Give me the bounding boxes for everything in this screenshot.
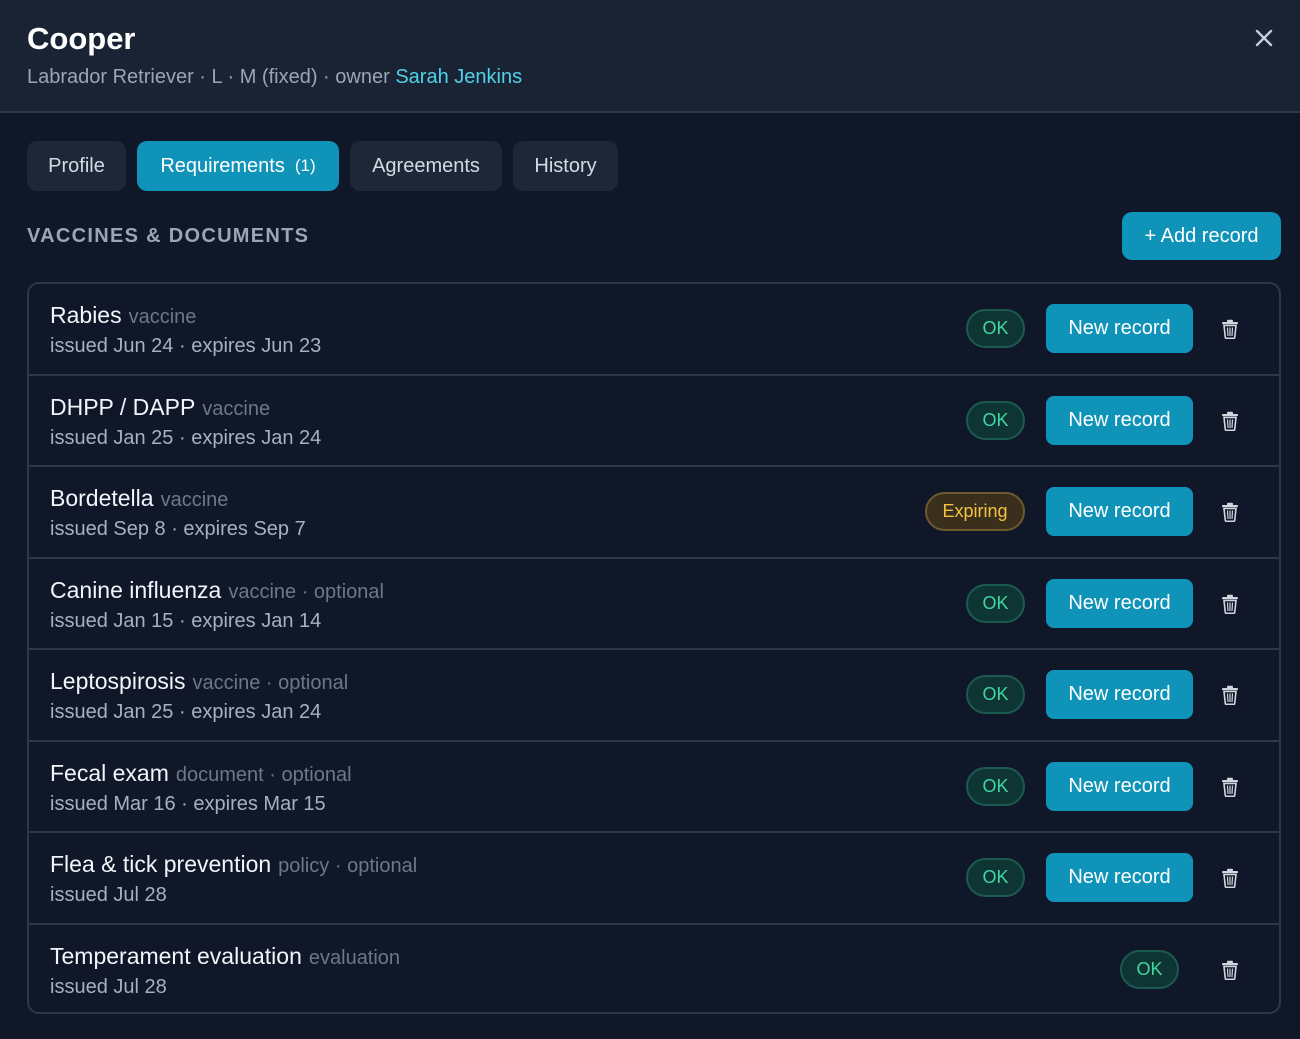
pet-name: Cooper (27, 21, 136, 56)
tab-requirements[interactable]: Requirements (1) (137, 141, 339, 191)
tab-count-badge: (1) (294, 156, 316, 175)
trash-icon (1222, 868, 1238, 888)
new-record-button[interactable]: New record (1046, 853, 1193, 902)
pet-breed: Labrador Retriever (27, 66, 194, 88)
close-icon (1255, 29, 1273, 47)
tab-label: Requirements (160, 154, 285, 177)
new-record-button[interactable]: New record (1046, 304, 1193, 353)
trash-icon (1222, 685, 1238, 705)
tab-history[interactable]: History (513, 141, 618, 191)
add-record-button[interactable]: + Add record (1122, 212, 1281, 260)
new-record-button[interactable]: New record (1046, 578, 1193, 628)
tab-label: History (534, 154, 597, 177)
record-dates: issued Jan 25 · expires Jan 24 (50, 701, 322, 723)
close-button[interactable] (1246, 20, 1282, 56)
delete-button[interactable] (1218, 958, 1242, 982)
record-name: Rabies (50, 302, 122, 328)
status-badge: OK (966, 309, 1025, 348)
modal-header: Cooper Labrador Retriever · L · M (fixed… (0, 0, 1300, 113)
status-badge: OK (966, 583, 1025, 623)
record-name: DHPP / DAPP (50, 393, 196, 420)
status-badge: OK (966, 858, 1025, 897)
delete-button[interactable] (1218, 866, 1242, 890)
status-badge: OK (1120, 949, 1179, 989)
new-record-button[interactable]: New record (1046, 487, 1193, 536)
status-badge: OK (966, 675, 1025, 714)
record-name: Canine influenza (50, 576, 222, 603)
trash-icon (1222, 319, 1238, 339)
record-tags: vaccine · optional (228, 580, 384, 603)
record-tags: vaccine (160, 489, 229, 511)
delete-button[interactable] (1218, 775, 1242, 799)
record-dates: issued Mar 16 · expires Mar 15 (50, 792, 326, 815)
record-row: Flea & tick prevention policy · optional … (29, 833, 1279, 925)
new-record-button[interactable]: New record (1046, 761, 1193, 811)
record-row: Rabies vaccine issued Jun 24 · expires Ju… (29, 284, 1279, 376)
record-dates: issued Jan 15 · expires Jan 14 (50, 609, 322, 632)
status-badge: OK (966, 400, 1025, 440)
record-row: Canine influenza vaccine · optional issue… (29, 559, 1279, 650)
record-row: Bordetella vaccine issued Sep 8 · expires… (29, 467, 1279, 559)
trash-icon (1222, 411, 1238, 431)
delete-button[interactable] (1218, 592, 1242, 616)
record-dates: issued Jan 25 · expires Jan 24 (50, 426, 322, 449)
delete-button[interactable] (1218, 500, 1242, 524)
record-dates: issued Sep 8 · expires Sep 7 (50, 518, 306, 540)
record-tags: vaccine (128, 306, 197, 328)
record-dates: issued Jul 28 (50, 975, 167, 998)
record-row: Fecal exam document · optional issued Mar… (29, 742, 1279, 833)
trash-icon (1222, 502, 1238, 522)
record-row: Leptospirosis vaccine · optional issued J… (29, 650, 1279, 742)
record-tags: policy · optional (278, 855, 418, 877)
record-tags: vaccine · optional (192, 672, 349, 694)
record-name: Bordetella (50, 485, 154, 511)
delete-button[interactable] (1218, 317, 1242, 341)
trash-icon (1222, 594, 1238, 614)
tab-profile[interactable]: Profile (27, 141, 126, 191)
record-tags: evaluation (308, 946, 401, 969)
tab-label: Agreements (372, 154, 480, 177)
owner-link[interactable]: Sarah Jenkins (395, 66, 522, 88)
record-dates: issued Jun 24 · expires Jun 23 (50, 335, 322, 357)
new-record-button[interactable]: New record (1046, 670, 1193, 719)
record-name: Leptospirosis (50, 668, 186, 694)
record-name: Flea & tick prevention (50, 851, 272, 877)
trash-icon (1222, 960, 1238, 980)
record-tags: document · optional (175, 763, 352, 786)
delete-button[interactable] (1218, 683, 1242, 707)
delete-button[interactable] (1218, 409, 1242, 433)
status-badge: OK (966, 766, 1025, 806)
record-name: Temperament evaluation (50, 942, 302, 969)
new-record-button[interactable]: New record (1046, 395, 1193, 445)
record-row: Temperament evaluation evaluation issued … (29, 925, 1279, 1013)
owner-label: owner (335, 66, 390, 88)
section-title: VACCINES & DOCUMENTS (27, 225, 310, 247)
tab-label: Profile (48, 154, 105, 177)
records-list: Rabies vaccine issued Jun 24 · expires Ju… (27, 282, 1281, 1014)
status-badge: Expiring (925, 492, 1025, 531)
record-row: DHPP / DAPP vaccine issued Jan 25 · expir… (29, 376, 1279, 467)
trash-icon (1222, 777, 1238, 797)
record-name: Fecal exam (50, 759, 169, 786)
record-tags: vaccine (202, 397, 271, 420)
pet-size: L (211, 66, 222, 88)
pet-sex: M (fixed) (239, 66, 318, 88)
pet-meta: Labrador Retriever · L · M (fixed) · own… (27, 66, 523, 88)
record-dates: issued Jul 28 (50, 884, 167, 906)
tab-agreements[interactable]: Agreements (350, 141, 502, 191)
